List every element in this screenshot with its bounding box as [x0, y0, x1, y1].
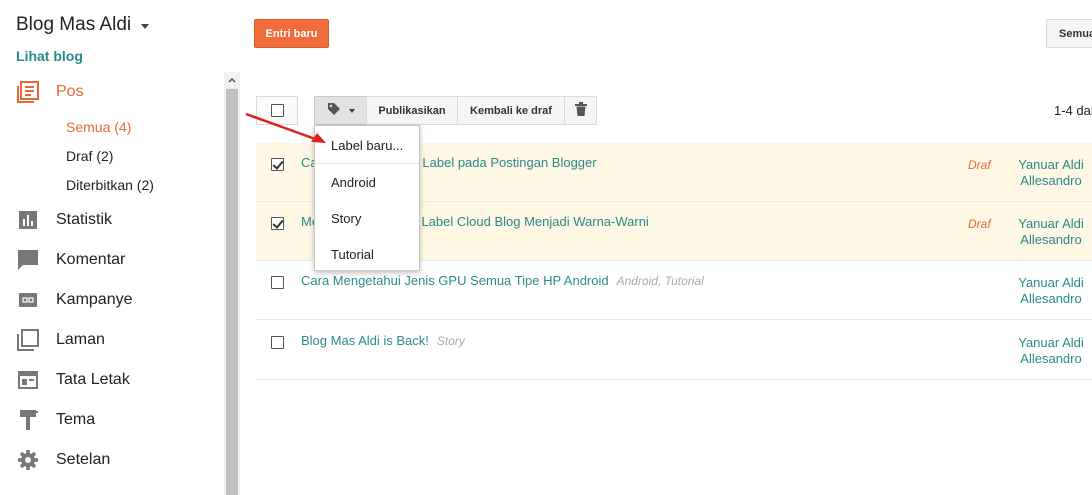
sidebar-item-setelan[interactable]: Setelan	[0, 440, 224, 480]
annotation-arrow-icon	[245, 112, 326, 143]
pagination-range: 1-4 dari 4	[1054, 103, 1092, 118]
sidebar-item-label: Statistik	[56, 211, 113, 228]
sidebar-item-kampanye[interactable]: Kampanye	[0, 280, 224, 320]
row-checkbox[interactable]	[271, 336, 284, 349]
sidebar-sub-published[interactable]: Diterbitkan (2)	[66, 177, 154, 193]
post-labels[interactable]: Android, Tutorial	[617, 274, 704, 288]
chevron-down-icon	[141, 23, 150, 29]
sidebar-sub-all[interactable]: Semua (4)	[66, 119, 131, 135]
view-blog-link[interactable]: Lihat blog	[16, 48, 83, 64]
menu-item-label-android[interactable]: Android	[315, 165, 419, 199]
sidebar-item-tata-letak[interactable]: Tata Letak	[0, 360, 224, 400]
stats-icon	[17, 209, 39, 231]
table-row[interactable]: Blog Mas Aldi is Back! Story Yanuar Aldi …	[256, 321, 1092, 380]
posts-icon	[17, 81, 39, 103]
sidebar-item-tema[interactable]: Tema	[0, 400, 224, 440]
sidebar-item-label: Setelan	[56, 451, 111, 468]
sidebar-item-komentar[interactable]: Komentar	[0, 240, 224, 280]
sidebar-item-label: Kampanye	[56, 291, 133, 308]
post-labels[interactable]: Story	[437, 334, 465, 348]
post-author[interactable]: Yanuar Aldi Allesandro	[1016, 335, 1086, 367]
theme-icon	[17, 409, 39, 431]
sidebar-sub-draft[interactable]: Draf (2)	[66, 148, 113, 164]
revert-to-draft-button[interactable]: Kembali ke draf	[457, 96, 565, 125]
menu-item-new-label[interactable]: Label baru...	[315, 128, 419, 162]
sidebar: Blog Mas Aldi Lihat blog Pos Semua (4) D…	[0, 0, 240, 495]
post-title-link[interactable]: Cara Mengetahui Jenis GPU Semua Tipe HP …	[301, 273, 704, 288]
row-checkbox[interactable]	[271, 276, 284, 289]
sidebar-item-label: Komentar	[56, 251, 126, 268]
sidebar-item-statistik[interactable]: Statistik	[0, 200, 224, 240]
post-author[interactable]: Yanuar Aldi Allesandro	[1016, 275, 1086, 307]
blog-switcher[interactable]: Blog Mas Aldi	[16, 14, 150, 36]
menu-item-label-tutorial[interactable]: Tutorial	[315, 237, 419, 271]
post-author[interactable]: Yanuar Aldi Allesandro	[1016, 157, 1086, 189]
sidebar-item-label: Pos	[56, 83, 84, 100]
post-title-link[interactable]: Blog Mas Aldi is Back! Story	[301, 333, 465, 348]
publish-button[interactable]: Publikasikan	[366, 96, 458, 125]
comments-icon	[17, 249, 39, 271]
campaign-icon	[17, 289, 39, 311]
chevron-down-icon	[348, 108, 355, 113]
delete-button[interactable]	[564, 96, 597, 125]
sidebar-item-pos[interactable]: Pos	[0, 72, 224, 112]
layout-icon	[17, 369, 39, 391]
sidebar-scrollbar[interactable]	[224, 72, 240, 495]
post-status: Draf	[968, 217, 991, 231]
menu-item-label-story[interactable]: Story	[315, 201, 419, 235]
new-post-button[interactable]: Entri baru	[254, 19, 329, 48]
row-checkbox[interactable]	[271, 217, 284, 230]
filter-dropdown[interactable]: Semua	[1046, 19, 1092, 48]
post-author[interactable]: Yanuar Aldi Allesandro	[1016, 216, 1086, 248]
pages-icon	[17, 329, 39, 351]
gear-icon	[17, 449, 39, 471]
row-checkbox[interactable]	[271, 158, 284, 171]
sidebar-item-label: Tata Letak	[56, 371, 130, 388]
sidebar-item-label: Tema	[56, 411, 96, 428]
scroll-up-icon[interactable]	[224, 72, 240, 88]
sidebar-item-label: Laman	[56, 331, 105, 348]
blog-title: Blog Mas Aldi	[16, 14, 132, 35]
sidebar-item-laman[interactable]: Laman	[0, 320, 224, 360]
scroll-thumb[interactable]	[226, 89, 238, 495]
menu-divider	[315, 163, 419, 164]
post-status: Draf	[968, 158, 991, 172]
trash-icon	[574, 102, 587, 119]
